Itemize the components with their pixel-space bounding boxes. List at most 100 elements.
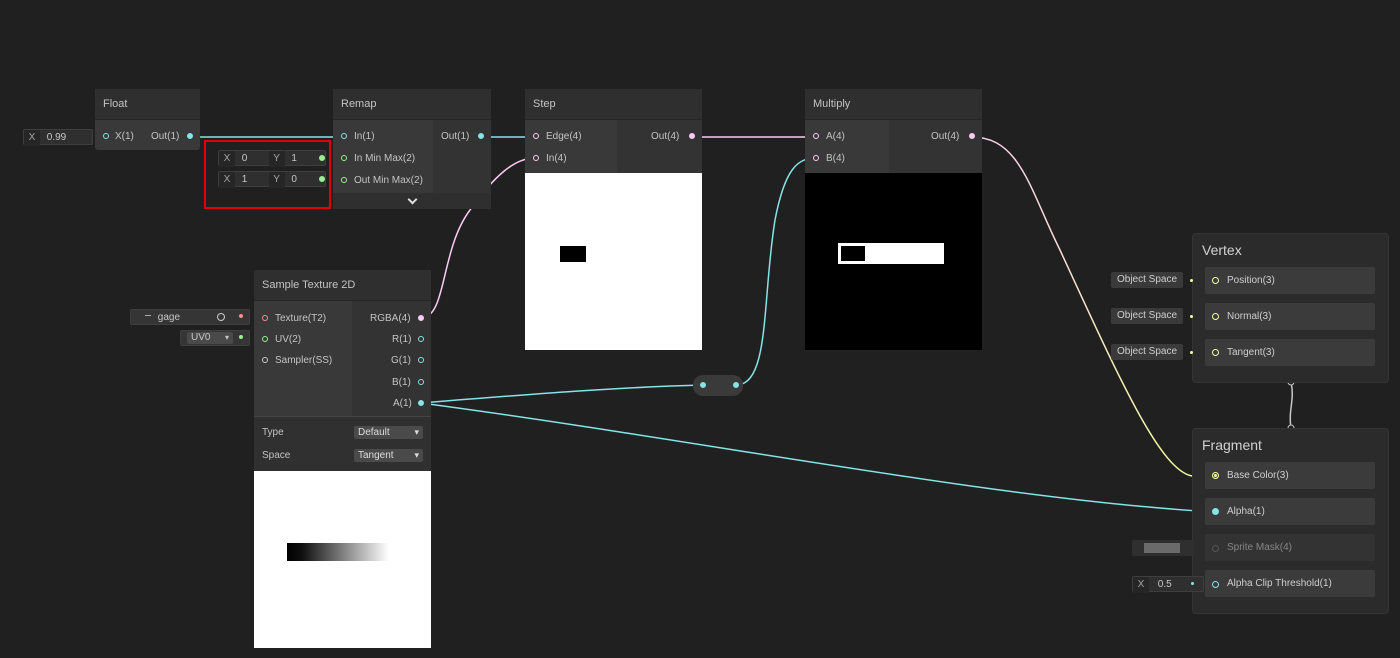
sprite-mask-port[interactable] bbox=[1212, 545, 1219, 552]
alpha-label: Alpha(1) bbox=[1227, 506, 1265, 517]
tangent-space-field[interactable]: Object Space bbox=[1111, 344, 1184, 360]
fragment-slot-alpha[interactable]: Alpha(1) bbox=[1205, 498, 1375, 525]
wire-vertex-to-fragment bbox=[1289, 381, 1294, 429]
alpha-clip-threshold-input[interactable]: X 0.5 bbox=[1132, 576, 1204, 593]
sample-texture-title: Sample Texture 2D bbox=[254, 270, 431, 301]
float-in-port[interactable] bbox=[103, 133, 109, 139]
remap-in-label: In(1) bbox=[354, 131, 375, 142]
float-node[interactable]: Float X(1) Out(1) bbox=[95, 89, 200, 150]
sprite-mask-color-field[interactable] bbox=[1132, 540, 1194, 556]
position-space-field[interactable]: Object Space bbox=[1111, 272, 1184, 288]
sampler-in-label: Sampler(SS) bbox=[275, 355, 333, 366]
r-out-port[interactable] bbox=[418, 336, 424, 342]
sampler-in-port[interactable] bbox=[262, 357, 268, 363]
remap-expand-button[interactable] bbox=[333, 193, 491, 209]
uv-field[interactable]: UV0 ▾ bbox=[180, 330, 250, 346]
step-edge-port[interactable] bbox=[533, 133, 539, 139]
fragment-slot-sprite-mask[interactable]: Sprite Mask(4) bbox=[1205, 534, 1375, 561]
remap-node[interactable]: Remap In(1) In Min Max(2) Out Min Max(2)… bbox=[333, 89, 491, 209]
space-value: Tangent bbox=[358, 450, 394, 461]
float-out-port[interactable] bbox=[187, 133, 193, 139]
multiply-a-label: A(4) bbox=[826, 131, 845, 142]
remap-in-min-max-port[interactable] bbox=[341, 155, 347, 161]
multiply-b-port[interactable] bbox=[813, 155, 819, 161]
space-dropdown[interactable]: Tangent bbox=[354, 449, 423, 462]
step-preview bbox=[525, 173, 702, 350]
multiply-node[interactable]: Multiply A(4) B(4) Out(4) bbox=[805, 89, 982, 350]
texture-field[interactable]: gage bbox=[130, 309, 250, 325]
b-out-port[interactable] bbox=[418, 379, 424, 385]
highlight-box bbox=[204, 140, 331, 209]
float-out-label: Out(1) bbox=[151, 131, 180, 142]
remap-out-min-max-port[interactable] bbox=[341, 177, 347, 183]
multiply-a-port[interactable] bbox=[813, 133, 819, 139]
wire-reroute-to-multiply-b bbox=[735, 157, 817, 386]
space-text: Object Space bbox=[1117, 346, 1178, 357]
float-in-label: X(1) bbox=[115, 131, 134, 142]
step-in-port[interactable] bbox=[533, 155, 539, 161]
normal-port[interactable] bbox=[1212, 313, 1219, 320]
fragment-context: Fragment Base Color(3) Alpha(1) Sprite M… bbox=[1192, 428, 1389, 614]
reroute-node[interactable] bbox=[693, 375, 743, 396]
type-label: Type bbox=[262, 427, 284, 438]
float-x-input[interactable]: X 0.99 bbox=[23, 129, 93, 146]
reroute-out-port[interactable] bbox=[733, 382, 739, 388]
multiply-preview bbox=[805, 173, 982, 350]
uv-in-label: UV(2) bbox=[275, 334, 302, 345]
fragment-slot-alpha-clip[interactable]: Alpha Clip Threshold(1) bbox=[1205, 570, 1375, 597]
alpha-clip-value: 0.5 bbox=[1157, 579, 1172, 590]
vertex-title: Vertex bbox=[1202, 242, 1242, 258]
sample-texture-preview bbox=[254, 471, 431, 648]
remap-out-min-max-label: Out Min Max(2) bbox=[354, 175, 423, 186]
b-out-label: B(1) bbox=[392, 377, 411, 388]
step-out-port[interactable] bbox=[689, 133, 695, 139]
r-out-label: R(1) bbox=[392, 334, 412, 345]
space-text: Object Space bbox=[1117, 274, 1178, 285]
remap-out-port[interactable] bbox=[478, 133, 484, 139]
wire-alpha-to-reroute bbox=[420, 384, 704, 404]
vertex-context: Vertex Position(3) Normal(3) Tangent(3) bbox=[1192, 233, 1389, 383]
wire-alpha-to-fragment-alpha bbox=[420, 402, 1216, 513]
base-color-port[interactable] bbox=[1212, 472, 1219, 479]
a-out-port[interactable] bbox=[418, 400, 424, 406]
type-dropdown[interactable]: Default bbox=[354, 426, 423, 439]
texture-port-dot bbox=[239, 314, 243, 318]
alpha-clip-port[interactable] bbox=[1212, 581, 1219, 588]
normal-link-dot bbox=[1190, 315, 1193, 318]
position-port[interactable] bbox=[1212, 277, 1219, 284]
step-preview-black-rect bbox=[560, 246, 586, 262]
texture-in-port[interactable] bbox=[262, 315, 268, 321]
step-edge-label: Edge(4) bbox=[546, 131, 582, 142]
uv-in-port[interactable] bbox=[262, 336, 268, 342]
step-node[interactable]: Step Edge(4) In(4) Out(4) bbox=[525, 89, 702, 350]
tangent-port[interactable] bbox=[1212, 349, 1219, 356]
vertex-slot-position[interactable]: Position(3) bbox=[1205, 267, 1375, 294]
rgba-out-port[interactable] bbox=[418, 315, 424, 321]
vertex-slot-normal[interactable]: Normal(3) bbox=[1205, 303, 1375, 330]
position-label: Position(3) bbox=[1227, 275, 1275, 286]
uv-dropdown[interactable]: UV0 ▾ bbox=[187, 332, 233, 344]
chevron-down-icon bbox=[407, 194, 417, 205]
fragment-title: Fragment bbox=[1202, 437, 1262, 453]
remap-in-min-max-label: In Min Max(2) bbox=[354, 153, 416, 164]
float-node-title: Float bbox=[95, 89, 200, 120]
alpha-clip-link-dot bbox=[1191, 582, 1194, 585]
multiply-out-port[interactable] bbox=[969, 133, 975, 139]
normal-space-field[interactable]: Object Space bbox=[1111, 308, 1184, 324]
multiply-out-label: Out(4) bbox=[931, 131, 960, 142]
g-out-label: G(1) bbox=[391, 355, 411, 366]
wire-multiply-to-basecolor bbox=[971, 136, 1193, 477]
type-value: Default bbox=[358, 427, 390, 438]
alpha-port[interactable] bbox=[1212, 508, 1219, 515]
fragment-slot-base-color[interactable]: Base Color(3) bbox=[1205, 462, 1375, 489]
vertex-slot-tangent[interactable]: Tangent(3) bbox=[1205, 339, 1375, 366]
reroute-in-port[interactable] bbox=[700, 382, 706, 388]
base-color-label: Base Color(3) bbox=[1227, 470, 1289, 481]
sample-texture-2d-node[interactable]: Sample Texture 2D Texture(T2) UV(2) Samp… bbox=[254, 270, 431, 648]
g-out-port[interactable] bbox=[418, 357, 424, 363]
float-x-label: X bbox=[24, 130, 40, 146]
sprite-mask-label: Sprite Mask(4) bbox=[1227, 542, 1293, 553]
remap-in-port[interactable] bbox=[341, 133, 347, 139]
texture-picker-icon[interactable] bbox=[217, 313, 225, 321]
alpha-clip-label: Alpha Clip Threshold(1) bbox=[1227, 578, 1332, 589]
